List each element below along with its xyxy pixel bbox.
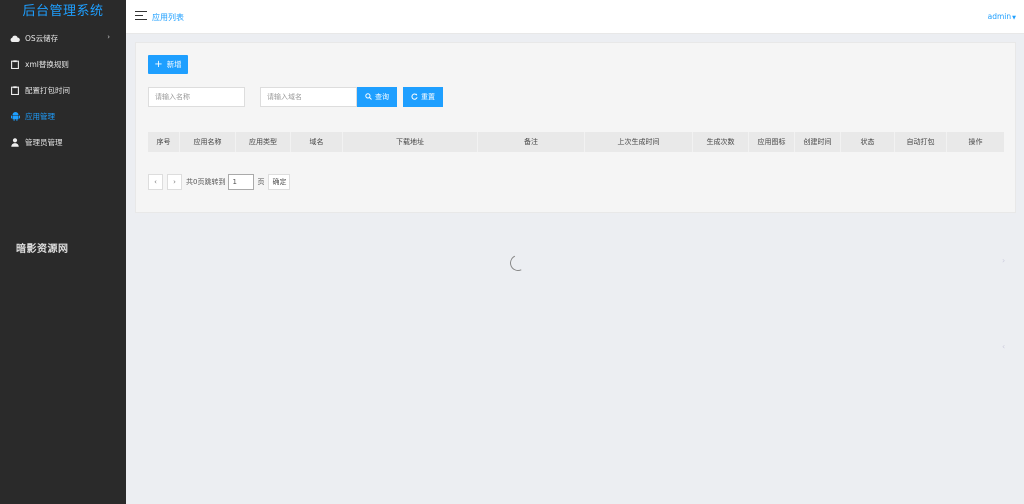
column-header[interactable]: 自动打包 <box>895 132 947 152</box>
top-bar: 应用列表 admin▼ <box>126 0 1024 34</box>
clipboard-icon <box>9 59 21 69</box>
sidebar-item-app-management[interactable]: 应用管理 <box>0 103 126 129</box>
content-card: + 新增 请输入名称 请输入域名 查询 重置 序号 应用名称 应用类型 域名 下… <box>135 42 1016 213</box>
sidebar-item-cloud-storage[interactable]: OS云储存 › <box>0 25 126 51</box>
column-header[interactable]: 备注 <box>478 132 585 152</box>
caret-down-icon: ▼ <box>1012 15 1016 21</box>
column-header[interactable]: 操作 <box>947 132 1004 152</box>
sidebar-item-label: 应用管理 <box>25 111 55 121</box>
column-header[interactable]: 状态 <box>841 132 895 152</box>
domain-search-input[interactable]: 请输入域名 <box>260 87 357 107</box>
loading-spinner-icon <box>507 252 529 274</box>
search-button[interactable]: 查询 <box>357 87 397 107</box>
page-unit-label: 页 <box>257 177 265 186</box>
sidebar: 后台管理系统 OS云储存 › xml替换规则 配置打包时间 应用管理 管理员管理… <box>0 0 126 504</box>
chevron-right-icon: › <box>107 33 110 41</box>
cloud-icon <box>9 35 21 42</box>
column-header[interactable]: 下载地址 <box>343 132 478 152</box>
sidebar-item-label: xml替换规则 <box>25 59 69 69</box>
sidebar-nav: OS云储存 › xml替换规则 配置打包时间 应用管理 管理员管理 <box>0 25 126 155</box>
clipboard-icon <box>9 85 21 95</box>
next-page-button[interactable]: › <box>167 173 182 190</box>
search-button-label: 查询 <box>375 93 389 101</box>
search-icon <box>365 92 372 102</box>
page-title: 应用列表 <box>152 13 184 22</box>
reset-button[interactable]: 重置 <box>403 87 443 107</box>
sidebar-item-pack-time[interactable]: 配置打包时间 <box>0 77 126 103</box>
sidebar-item-label: OS云储存 <box>25 33 59 43</box>
column-header[interactable]: 创建时间 <box>795 132 841 152</box>
page-confirm-button[interactable]: 确定 <box>268 173 291 190</box>
sidebar-item-admin-management[interactable]: 管理员管理 <box>0 129 126 155</box>
tick-mark: ‹ <box>1002 342 1006 351</box>
menu-toggle-icon[interactable] <box>135 11 147 21</box>
sidebar-item-xml-rules[interactable]: xml替换规则 <box>0 51 126 77</box>
app-title: 后台管理系统 <box>22 4 104 19</box>
reset-button-label: 重置 <box>421 93 435 101</box>
sidebar-item-label: 配置打包时间 <box>25 85 70 95</box>
pagination: ‹ › 共0页跳转到 1 页 确定 <box>148 173 291 190</box>
refresh-icon <box>411 93 418 102</box>
prev-page-button[interactable]: ‹ <box>148 173 163 190</box>
user-name: admin <box>987 12 1012 21</box>
tick-mark: › <box>1002 256 1006 265</box>
column-header[interactable]: 生成次数 <box>693 132 749 152</box>
add-button[interactable]: + 新增 <box>148 55 188 74</box>
column-header[interactable]: 域名 <box>291 132 343 152</box>
add-button-label: 新增 <box>166 60 182 69</box>
watermark-text: 暗影资源网 <box>16 244 69 255</box>
plus-icon: + <box>154 58 163 70</box>
column-header[interactable]: 序号 <box>148 132 180 152</box>
column-header[interactable]: 应用类型 <box>236 132 291 152</box>
user-icon <box>9 137 21 147</box>
column-header[interactable]: 应用名称 <box>180 132 236 152</box>
table-header: 序号 应用名称 应用类型 域名 下载地址 备注 上次生成时间 生成次数 应用图标… <box>148 132 1004 152</box>
android-icon <box>9 111 21 121</box>
column-header[interactable]: 上次生成时间 <box>585 132 693 152</box>
sidebar-item-label: 管理员管理 <box>25 137 63 147</box>
pagination-total-text: 共0页跳转到 <box>186 177 226 186</box>
page-number-input[interactable]: 1 <box>228 173 255 190</box>
name-search-input[interactable]: 请输入名称 <box>148 87 245 107</box>
column-header[interactable]: 应用图标 <box>749 132 795 152</box>
user-menu[interactable]: admin▼ <box>988 12 1016 21</box>
